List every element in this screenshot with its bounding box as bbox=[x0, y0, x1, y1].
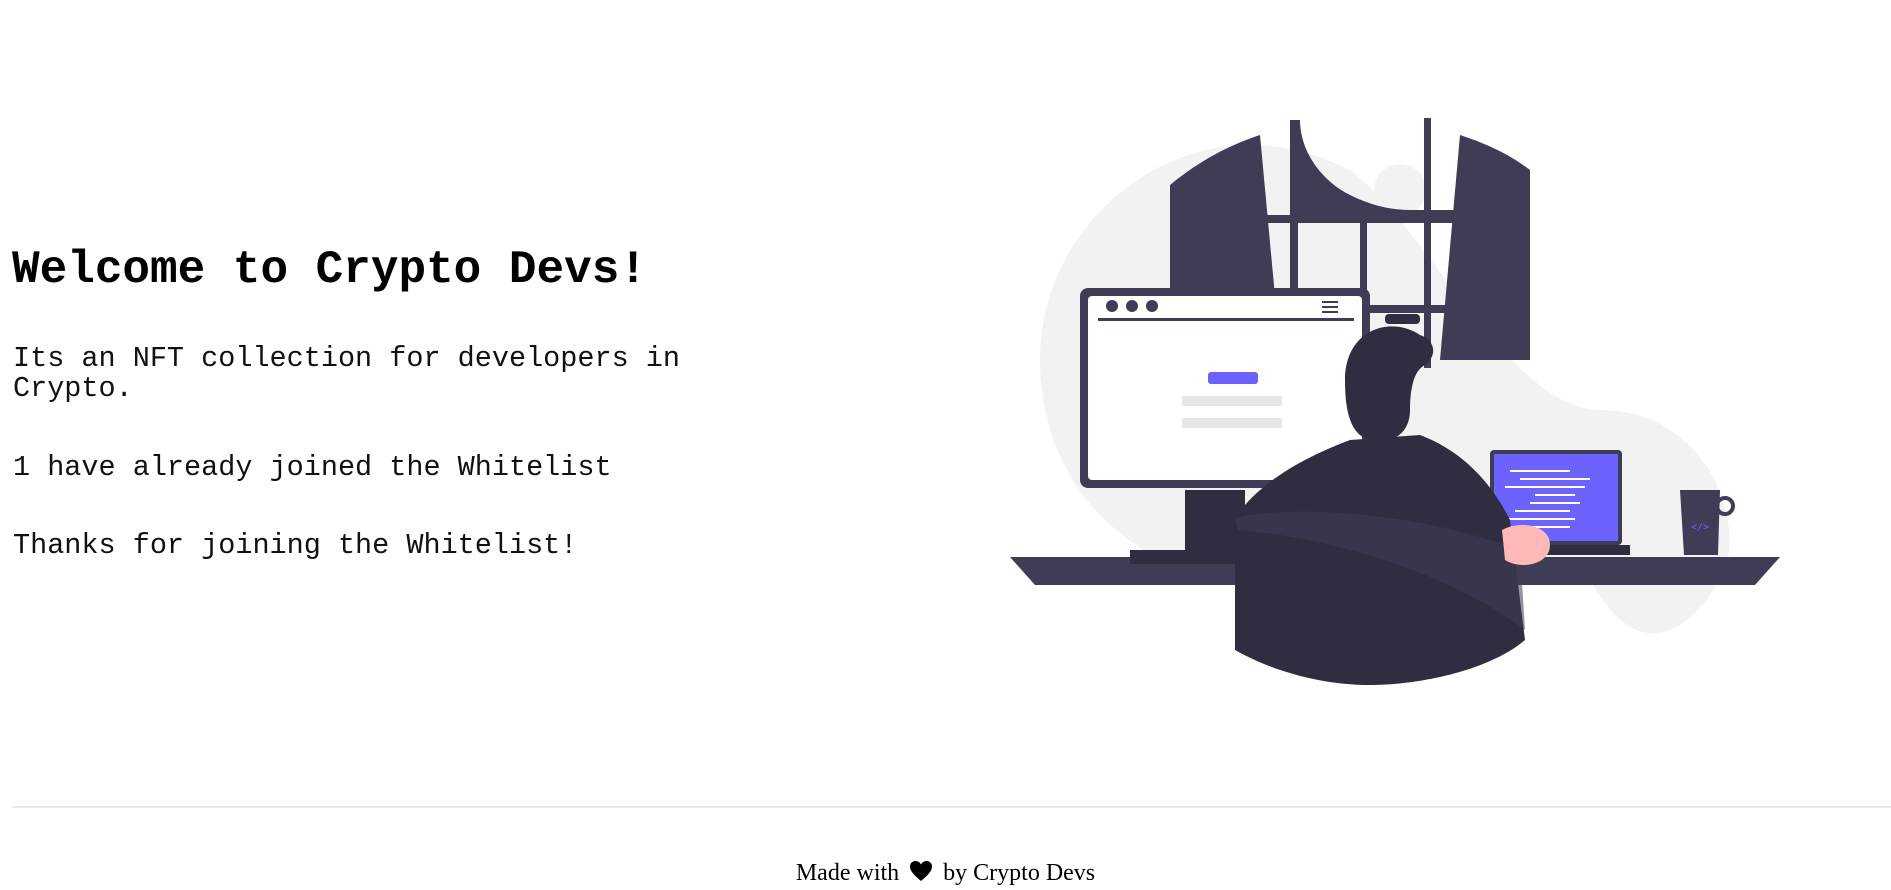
footer: Made with by Crypto Devs bbox=[0, 860, 1891, 889]
svg-text:</>: </> bbox=[1691, 522, 1709, 533]
screen-button bbox=[1208, 372, 1258, 384]
footer-prefix: Made with bbox=[795, 860, 900, 886]
developer-at-desk-illustration: </> bbox=[1010, 118, 1780, 685]
whitelist-count: 1 have already joined the Whitelist bbox=[13, 451, 612, 484]
footer-suffix: by Crypto Devs bbox=[943, 860, 1096, 886]
footer-divider bbox=[12, 806, 1891, 808]
main-section: Welcome to Crypto Devs! Its an NFT colle… bbox=[0, 0, 1891, 806]
whitelist-message: Thanks for joining the Whitelist! bbox=[13, 529, 578, 562]
page-title: Welcome to Crypto Devs! bbox=[12, 244, 647, 296]
collection-description: Its an NFT collection for developers in … bbox=[13, 342, 681, 405]
intro-panel: Welcome to Crypto Devs! Its an NFT colle… bbox=[12, 0, 732, 806]
heart-icon bbox=[909, 860, 933, 889]
person-hand bbox=[1502, 525, 1550, 565]
